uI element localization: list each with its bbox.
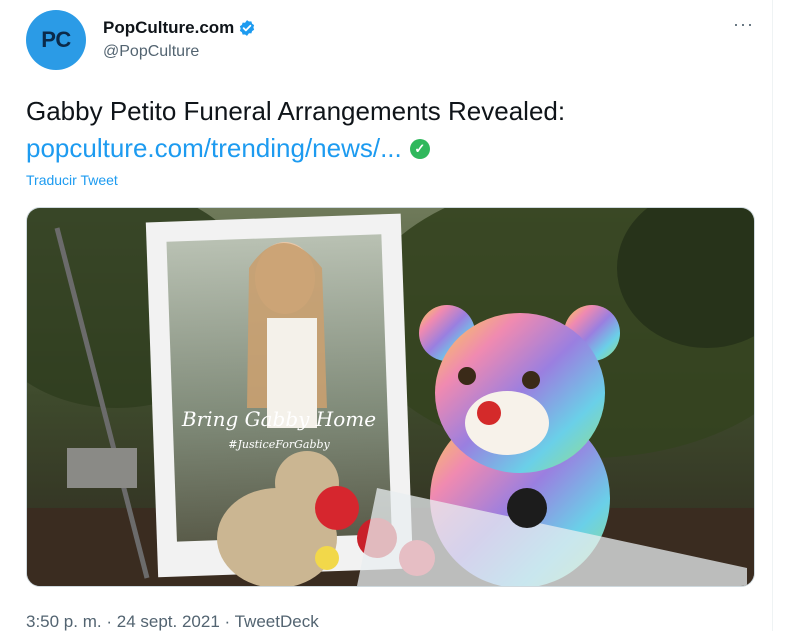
author-handle[interactable]: @PopCulture (103, 43, 199, 61)
avatar-initials: PC (41, 27, 71, 52)
tweet-header: PC PopCulture.com @PopCulture ··· (26, 10, 766, 72)
check-mark-icon: ✓ (409, 138, 430, 159)
separator: · (224, 612, 231, 631)
poster-hashtag: #JusticeForGabby (228, 438, 330, 451)
tweet-source[interactable]: TweetDeck (235, 612, 319, 631)
more-options-icon[interactable]: ··· (733, 14, 754, 35)
tweet-date[interactable]: 24 sept. 2021 (117, 612, 220, 631)
tweet-media-photo[interactable]: Bring Gabby Home #JusticeForGabby (26, 207, 755, 587)
separator: · (106, 612, 113, 631)
author-name-row[interactable]: PopCulture.com (103, 18, 256, 38)
tweet-time[interactable]: 3:50 p. m. (26, 612, 102, 631)
translate-tweet-link[interactable]: Traducir Tweet (26, 172, 118, 188)
article-link[interactable]: popculture.com/trending/news/... (26, 133, 402, 164)
avatar[interactable]: PC (26, 10, 86, 70)
verified-badge-icon (240, 20, 255, 36)
tweet-link-row: popculture.com/trending/news/... ✓ (26, 133, 430, 164)
tweet-text: Gabby Petito Funeral Arrangements Reveal… (26, 96, 566, 126)
tweet-timestamp-row: 3:50 p. m. · 24 sept. 2021 · TweetDeck (26, 612, 319, 632)
timeline-border (772, 0, 773, 631)
author-display-name[interactable]: PopCulture.com (103, 18, 234, 38)
poster-caption: Bring Gabby Home (181, 407, 376, 431)
memorial-photo: Bring Gabby Home #JusticeForGabby (27, 208, 754, 586)
